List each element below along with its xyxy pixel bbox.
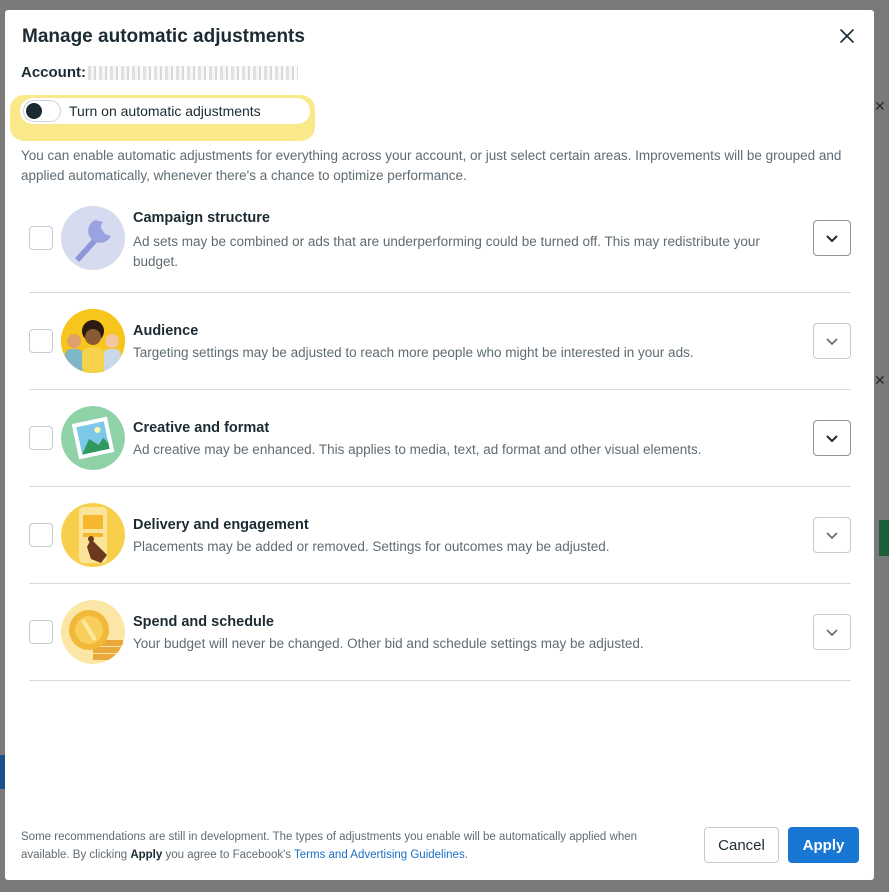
expand-button-spend-schedule[interactable] <box>813 614 851 650</box>
item-description: Ad sets may be combined or ads that are … <box>133 234 760 269</box>
intro-text: You can enable automatic adjustments for… <box>21 148 842 183</box>
chevron-down-icon <box>826 337 838 345</box>
account-label: Account: <box>21 64 86 81</box>
cancel-button[interactable]: Cancel <box>704 827 779 863</box>
item-description: Ad creative may be enhanced. This applie… <box>133 442 702 457</box>
item-title: Campaign structure <box>133 210 270 226</box>
list-item-campaign-structure: Campaign structure Ad sets may be combin… <box>29 196 851 293</box>
expand-button-campaign-structure[interactable] <box>813 220 851 256</box>
expand-button-audience[interactable] <box>813 323 851 359</box>
item-description: Your budget will never be changed. Other… <box>133 636 644 651</box>
checkbox-audience[interactable] <box>29 329 53 353</box>
background-close-icon: ✕ <box>874 372 886 388</box>
terms-link[interactable]: Terms and Advertising Guidelines <box>294 849 465 861</box>
footer-disclaimer: Some recommendations are still in develo… <box>21 828 681 864</box>
item-description: Targeting settings may be adjusted to re… <box>133 345 694 360</box>
expand-button-delivery-engagement[interactable] <box>813 517 851 553</box>
list-item-audience: Audience Targeting settings may be adjus… <box>29 293 851 390</box>
footer-text-3: . <box>464 849 468 861</box>
image-icon <box>61 406 125 470</box>
background-close-icon: ✕ <box>874 98 886 114</box>
item-title: Delivery and engagement <box>133 517 309 533</box>
wrench-icon <box>61 206 125 270</box>
checkbox-spend-schedule[interactable] <box>29 620 53 644</box>
chevron-down-icon <box>826 434 838 442</box>
chevron-down-icon <box>826 628 838 636</box>
auto-adjust-toggle[interactable] <box>23 100 61 122</box>
checkbox-campaign-structure[interactable] <box>29 226 53 250</box>
checkbox-creative-format[interactable] <box>29 426 53 450</box>
auto-adjust-toggle-row: Turn on automatic adjustments <box>20 98 310 124</box>
list-item-spend-schedule: Spend and schedule Your budget will neve… <box>29 584 851 681</box>
adjustments-dialog: Manage automatic adjustments Account: Tu… <box>5 10 874 880</box>
dialog-title: Manage automatic adjustments <box>22 26 305 47</box>
account-row: Account: <box>21 64 298 81</box>
account-name-redacted <box>88 65 298 80</box>
toggle-knob <box>26 103 42 119</box>
chevron-down-icon <box>826 531 838 539</box>
toggle-label: Turn on automatic adjustments <box>69 103 261 119</box>
list-item-creative-format: Creative and format Ad creative may be e… <box>29 390 851 487</box>
checkbox-delivery-engagement[interactable] <box>29 523 53 547</box>
footer-text-2: you agree to Facebook's <box>162 849 295 861</box>
apply-button[interactable]: Apply <box>788 827 859 863</box>
coins-icon <box>61 600 125 664</box>
tap-phone-icon <box>61 503 125 567</box>
item-description: Placements may be added or removed. Sett… <box>133 539 610 554</box>
item-title: Audience <box>133 323 199 339</box>
close-icon[interactable] <box>838 27 856 45</box>
background-button <box>879 520 889 556</box>
chevron-down-icon <box>826 234 838 242</box>
item-title: Spend and schedule <box>133 614 274 630</box>
item-title: Creative and format <box>133 420 270 436</box>
footer-apply-word: Apply <box>130 849 163 861</box>
expand-button-creative-format[interactable] <box>813 420 851 456</box>
people-icon <box>61 309 125 373</box>
list-item-delivery-engagement: Delivery and engagement Placements may b… <box>29 487 851 584</box>
adjustment-list: Campaign structure Ad sets may be combin… <box>29 196 851 681</box>
